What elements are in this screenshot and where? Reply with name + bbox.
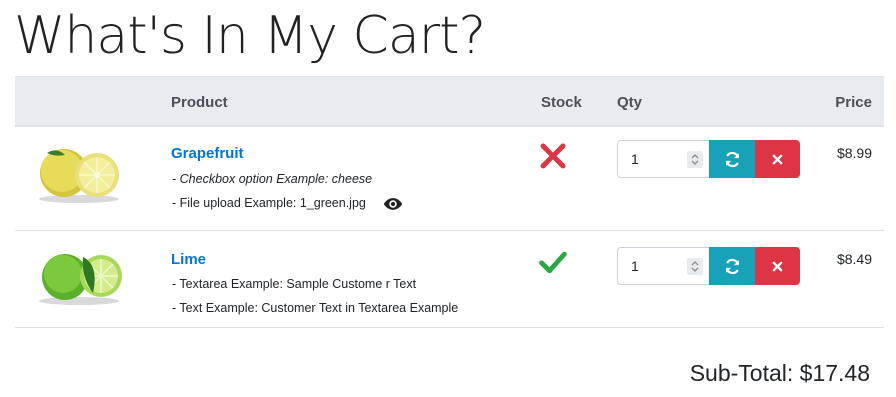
check-icon — [539, 251, 567, 274]
header-stock: Stock — [541, 94, 582, 111]
update-button[interactable] — [709, 247, 755, 285]
remove-button[interactable] — [755, 247, 800, 285]
quantity-spinner[interactable] — [687, 258, 703, 275]
cart-row-lime: Lime - Textarea Example: Sample Custome … — [15, 231, 884, 328]
grapefruit-image[interactable] — [29, 141, 125, 205]
product-option: - Text Example: Customer Text in Textare… — [172, 301, 459, 315]
cart-row-grapefruit: Grapefruit - Checkbox option Example: ch… — [15, 127, 884, 231]
subtotal: Sub-Total: $17.48 — [689, 360, 870, 386]
product-link-lime[interactable]: Lime — [171, 251, 206, 268]
item-price: $8.49 — [836, 251, 872, 267]
product-link-grapefruit[interactable]: Grapefruit — [171, 145, 244, 162]
eye-icon[interactable] — [383, 196, 403, 212]
product-option: - File upload Example: 1_green.jpg — [172, 196, 366, 210]
cart-table: Product Stock Qty Price Grapefruit - Che… — [15, 76, 884, 328]
table-header: Product Stock Qty Price — [15, 76, 884, 127]
quantity-spinner[interactable] — [687, 151, 703, 168]
quantity-group — [617, 140, 800, 178]
update-button[interactable] — [709, 140, 755, 178]
page-title: What's In My Cart? — [14, 6, 486, 66]
close-icon — [772, 154, 783, 164]
quantity-wrapper — [617, 140, 709, 178]
lime-image[interactable] — [29, 243, 125, 307]
header-product: Product — [171, 94, 228, 111]
header-price: Price — [835, 94, 872, 111]
product-option: - Textarea Example: Sample Custome r Tex… — [172, 277, 417, 291]
item-price: $8.99 — [836, 145, 872, 161]
close-icon — [772, 261, 783, 271]
header-qty: Qty — [617, 94, 643, 111]
refresh-icon — [725, 151, 739, 167]
remove-button[interactable] — [755, 140, 800, 178]
product-option: - Checkbox option Example: cheese — [172, 172, 373, 186]
x-icon — [540, 143, 566, 169]
refresh-icon — [725, 258, 739, 274]
quantity-group — [617, 247, 800, 285]
quantity-wrapper — [617, 247, 709, 285]
